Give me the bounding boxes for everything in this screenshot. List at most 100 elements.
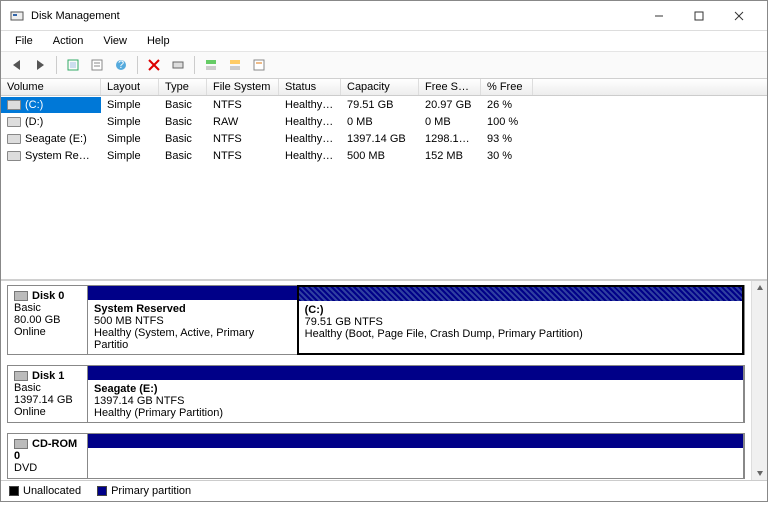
- partition[interactable]: (C:)79.51 GB NTFSHealthy (Boot, Page Fil…: [297, 285, 744, 355]
- volume-icon: [7, 117, 21, 127]
- partition-body: System Reserved500 MB NTFSHealthy (Syste…: [88, 300, 297, 354]
- rescan-button[interactable]: [167, 54, 189, 76]
- cell: NTFS: [207, 148, 279, 164]
- cell: Basic: [159, 97, 207, 113]
- col-volume[interactable]: Volume: [1, 79, 101, 95]
- menu-action[interactable]: Action: [45, 33, 92, 49]
- titlebar[interactable]: Disk Management: [1, 1, 767, 31]
- partition[interactable]: Seagate (E:)1397.14 GB NTFSHealthy (Prim…: [87, 365, 744, 423]
- scrollbar[interactable]: [751, 281, 767, 480]
- partitions: [88, 434, 744, 478]
- table-row[interactable]: Seagate (E:)SimpleBasicNTFSHealthy (P...…: [1, 130, 767, 147]
- forward-button[interactable]: [29, 54, 51, 76]
- main-area: Volume Layout Type File System Status Ca…: [1, 79, 767, 501]
- separator: [194, 56, 195, 74]
- col-layout[interactable]: Layout: [101, 79, 159, 95]
- cell: 1298.15 ...: [419, 131, 481, 147]
- legend-primary: Primary partition: [97, 485, 191, 497]
- col-pctfree[interactable]: % Free: [481, 79, 533, 95]
- cell: NTFS: [207, 131, 279, 147]
- refresh-button[interactable]: [62, 54, 84, 76]
- minimize-button[interactable]: [639, 2, 679, 30]
- disk-info: Disk 1Basic1397.14 GBOnline: [8, 366, 88, 422]
- unallocated-swatch: [9, 486, 19, 496]
- partition-body: (C:)79.51 GB NTFSHealthy (Boot, Page Fil…: [299, 301, 742, 353]
- disk-row[interactable]: Disk 1Basic1397.14 GBOnlineSeagate (E:)1…: [7, 365, 745, 423]
- cell: NTFS: [207, 97, 279, 113]
- cell: 500 MB: [341, 148, 419, 164]
- volume-icon: [7, 151, 21, 161]
- svg-text:?: ?: [118, 59, 124, 71]
- separator: [137, 56, 138, 74]
- list-bottom-button[interactable]: [224, 54, 246, 76]
- cell: 1397.14 GB: [341, 131, 419, 147]
- scroll-up-icon[interactable]: [753, 281, 767, 295]
- menu-help[interactable]: Help: [139, 33, 178, 49]
- menu-file[interactable]: File: [7, 33, 41, 49]
- disk-layout: Disk 0Basic80.00 GBOnlineSystem Reserved…: [1, 281, 751, 480]
- cell: RAW: [207, 114, 279, 130]
- cell: Basic: [159, 131, 207, 147]
- cell: (C:): [1, 97, 101, 113]
- volume-icon: [7, 100, 21, 110]
- menubar: File Action View Help: [1, 31, 767, 52]
- menu-view[interactable]: View: [95, 33, 135, 49]
- cell: Simple: [101, 148, 159, 164]
- cell: System Reserved: [1, 148, 101, 164]
- partition-bar: [88, 286, 297, 300]
- partitions: System Reserved500 MB NTFSHealthy (Syste…: [88, 286, 744, 354]
- delete-button[interactable]: [143, 54, 165, 76]
- partitions: Seagate (E:)1397.14 GB NTFSHealthy (Prim…: [88, 366, 744, 422]
- col-status[interactable]: Status: [279, 79, 341, 95]
- column-headers[interactable]: Volume Layout Type File System Status Ca…: [1, 79, 767, 96]
- cell: 152 MB: [419, 148, 481, 164]
- cell: Healthy (B...: [279, 97, 341, 113]
- table-row[interactable]: System ReservedSimpleBasicNTFSHealthy (S…: [1, 147, 767, 164]
- table-row[interactable]: (D:)SimpleBasicRAWHealthy (P...0 MB0 MB1…: [1, 113, 767, 130]
- cell: 100 %: [481, 114, 533, 130]
- help-button[interactable]: ?: [110, 54, 132, 76]
- disk-icon: [14, 439, 28, 449]
- cell: 93 %: [481, 131, 533, 147]
- cell: Seagate (E:): [1, 131, 101, 147]
- partition[interactable]: [87, 433, 744, 479]
- cell: Basic: [159, 114, 207, 130]
- list-top-button[interactable]: [200, 54, 222, 76]
- window-title: Disk Management: [31, 10, 639, 22]
- separator: [56, 56, 57, 74]
- maximize-button[interactable]: [679, 2, 719, 30]
- cell: Simple: [101, 97, 159, 113]
- disk-info: Disk 0Basic80.00 GBOnline: [8, 286, 88, 354]
- partition-body: Seagate (E:)1397.14 GB NTFSHealthy (Prim…: [88, 380, 743, 422]
- graphical-button[interactable]: [248, 54, 270, 76]
- cell: 79.51 GB: [341, 97, 419, 113]
- scroll-down-icon[interactable]: [753, 466, 767, 480]
- legend-primary-label: Primary partition: [111, 485, 191, 497]
- cell: 20.97 GB: [419, 97, 481, 113]
- volume-icon: [7, 134, 21, 144]
- partition-bar: [88, 434, 743, 448]
- close-button[interactable]: [719, 2, 759, 30]
- disk-info: CD-ROM 0DVD: [8, 434, 88, 478]
- col-filesystem[interactable]: File System: [207, 79, 279, 95]
- table-row[interactable]: (C:)SimpleBasicNTFSHealthy (B...79.51 GB…: [1, 96, 767, 113]
- cell: Simple: [101, 114, 159, 130]
- partition[interactable]: System Reserved500 MB NTFSHealthy (Syste…: [87, 285, 298, 355]
- disk-row[interactable]: Disk 0Basic80.00 GBOnlineSystem Reserved…: [7, 285, 745, 355]
- col-capacity[interactable]: Capacity: [341, 79, 419, 95]
- back-button[interactable]: [5, 54, 27, 76]
- cell: 30 %: [481, 148, 533, 164]
- app-icon: [9, 8, 25, 24]
- disk-row[interactable]: CD-ROM 0DVD: [7, 433, 745, 479]
- col-type[interactable]: Type: [159, 79, 207, 95]
- col-freespace[interactable]: Free Spa...: [419, 79, 481, 95]
- properties-button[interactable]: [86, 54, 108, 76]
- legend-unallocated-label: Unallocated: [23, 485, 81, 497]
- legend-unallocated: Unallocated: [9, 485, 81, 497]
- disk-icon: [14, 371, 28, 381]
- partition-bar: [299, 287, 742, 301]
- volume-rows: (C:)SimpleBasicNTFSHealthy (B...79.51 GB…: [1, 96, 767, 164]
- disk-icon: [14, 291, 28, 301]
- cell: Healthy (P...: [279, 114, 341, 130]
- volume-list: Volume Layout Type File System Status Ca…: [1, 79, 767, 279]
